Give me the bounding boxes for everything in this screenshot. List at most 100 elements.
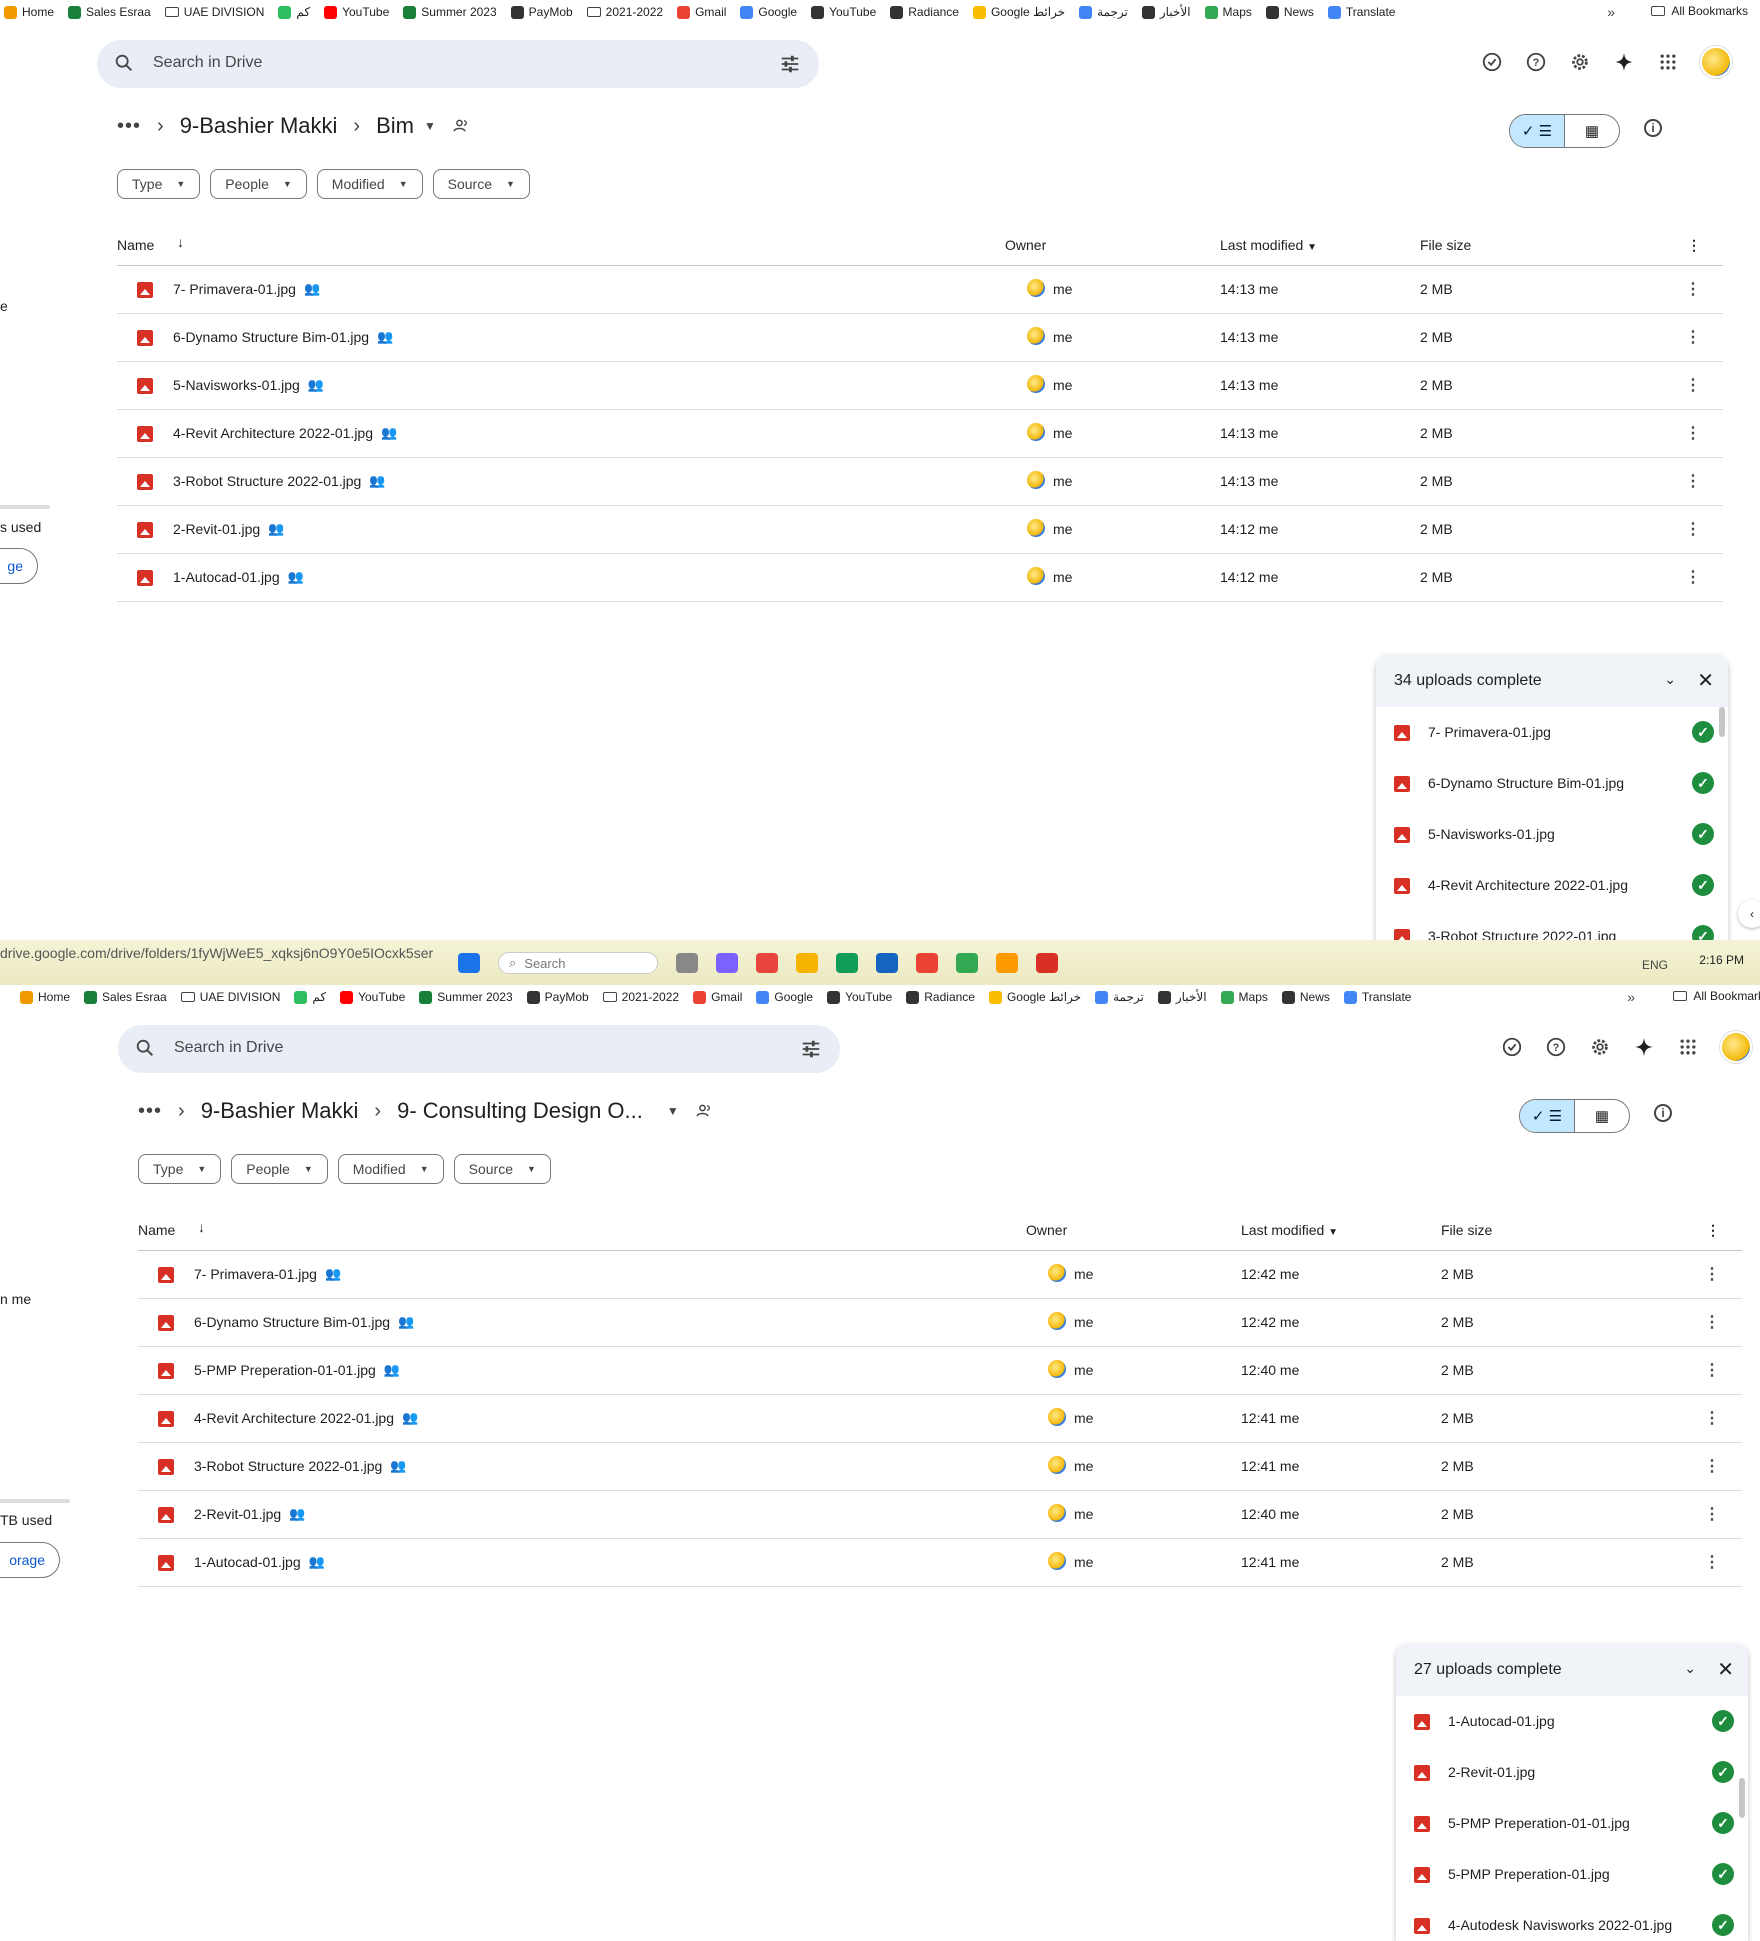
search-bar[interactable]: Search in Drive — [97, 40, 819, 88]
gmail-icon[interactable] — [1036, 953, 1058, 973]
grid-view-button[interactable]: ▦ — [1565, 115, 1619, 147]
more-actions-icon[interactable]: ⋮ — [1704, 1312, 1720, 1332]
table-row[interactable]: 1-Autocad-01.jpg 👥 me 14:12 me 2 MB ⋮ — [117, 554, 1723, 602]
table-row[interactable]: 2-Revit-01.jpg 👥 me 14:12 me 2 MB ⋮ — [117, 506, 1723, 554]
uploads-scrollbar[interactable] — [1739, 1778, 1745, 1818]
list-view-button[interactable]: ✓ ☰ — [1510, 115, 1565, 147]
bookmark-item[interactable]: Sales Esraa — [68, 5, 151, 19]
column-file-size[interactable]: File size — [1441, 1222, 1492, 1238]
info-icon[interactable]: i — [1654, 1104, 1672, 1122]
search-bar[interactable]: Search in Drive — [118, 1025, 840, 1073]
more-actions-icon[interactable]: ⋮ — [1704, 1504, 1720, 1524]
table-row[interactable]: 7- Primavera-01.jpg 👥 me 14:13 me 2 MB ⋮ — [117, 266, 1723, 314]
upload-item[interactable]: 5-PMP Preperation-01.jpg ✓ — [1396, 1849, 1748, 1900]
bookmarks-more-button[interactable]: » — [1607, 4, 1615, 20]
filter-people-chip[interactable]: People ▼ — [210, 169, 307, 199]
file-name[interactable]: 2-Revit-01.jpg 👥 — [194, 1506, 305, 1522]
filter-people-chip[interactable]: People ▼ — [231, 1154, 328, 1184]
gemini-sparkle-icon[interactable] — [1612, 50, 1636, 74]
bookmark-item[interactable]: Translate — [1327, 5, 1395, 19]
help-icon[interactable]: ? — [1524, 50, 1548, 74]
bookmark-item[interactable]: 2021-2022 — [586, 5, 663, 19]
column-name[interactable]: Name — [138, 1222, 175, 1238]
breadcrumb-root[interactable]: 9-Bashier Makki — [201, 1098, 359, 1124]
chrome-profile-icon[interactable] — [956, 953, 978, 973]
bookmark-item[interactable]: PayMob — [526, 990, 589, 1004]
column-name[interactable]: Name — [117, 237, 154, 253]
account-avatar[interactable] — [1720, 1031, 1752, 1063]
bookmark-item[interactable]: Summer 2023 — [403, 5, 497, 19]
bookmark-item[interactable]: Google — [756, 990, 813, 1004]
get-storage-button[interactable]: ge — [0, 548, 38, 584]
collapse-chevron-icon[interactable]: ⌄ — [1664, 671, 1676, 688]
upload-item[interactable]: 2-Revit-01.jpg ✓ — [1396, 1747, 1748, 1798]
calendar-icon[interactable] — [876, 953, 898, 973]
bookmark-item[interactable]: YouTube — [827, 990, 892, 1004]
filter-modified-chip[interactable]: Modified ▼ — [316, 169, 423, 199]
bookmarks-more-button[interactable]: » — [1627, 989, 1635, 1005]
file-name[interactable]: 6-Dynamo Structure Bim-01.jpg 👥 — [194, 1314, 414, 1330]
file-name[interactable]: 5-PMP Preperation-01-01.jpg 👥 — [194, 1362, 400, 1378]
more-actions-icon[interactable]: ⋮ — [1704, 1264, 1720, 1284]
settings-gear-icon[interactable] — [1568, 50, 1592, 74]
breadcrumb-current-folder[interactable]: 9- Consulting Design O... — [397, 1098, 643, 1124]
bookmark-item[interactable]: Maps — [1220, 990, 1268, 1004]
table-row[interactable]: 7- Primavera-01.jpg 👥 me 12:42 me 2 MB ⋮ — [138, 1251, 1742, 1299]
file-name[interactable]: 5-Navisworks-01.jpg 👥 — [173, 377, 324, 393]
all-bookmarks-button[interactable]: All Bookmarks — [1651, 4, 1748, 18]
more-actions-icon[interactable]: ⋮ — [1704, 1360, 1720, 1380]
close-icon[interactable]: ✕ — [1697, 668, 1714, 693]
illustrator-icon[interactable] — [996, 953, 1018, 973]
column-owner[interactable]: Owner — [1026, 1222, 1067, 1238]
folder-dropdown-icon[interactable]: ▼ — [424, 119, 436, 133]
bookmark-item[interactable]: الأخبار — [1157, 990, 1207, 1004]
bookmark-item[interactable]: Summer 2023 — [419, 990, 513, 1004]
bookmark-item[interactable]: Gmail — [677, 5, 726, 19]
uploads-scrollbar[interactable] — [1719, 707, 1725, 737]
bookmark-item[interactable]: الأخبار — [1141, 5, 1191, 19]
filter-type-chip[interactable]: Type ▼ — [117, 169, 201, 199]
search-options-icon[interactable] — [779, 53, 801, 75]
more-actions-icon[interactable]: ⋮ — [1685, 423, 1701, 443]
table-row[interactable]: 5-PMP Preperation-01-01.jpg 👥 me 12:40 me 2 … — [138, 1347, 1742, 1395]
bookmark-item[interactable]: Maps — [1204, 5, 1252, 19]
table-row[interactable]: 5-Navisworks-01.jpg 👥 me 14:13 me 2 MB ⋮ — [117, 362, 1723, 410]
filter-source-chip[interactable]: Source ▼ — [432, 169, 530, 199]
column-last-modified[interactable]: Last modified ▼ — [1220, 237, 1317, 253]
bookmark-item[interactable]: ترجمة — [1095, 990, 1144, 1004]
breadcrumb-more-button[interactable]: ••• — [138, 1100, 162, 1123]
close-icon[interactable]: ✕ — [1717, 1657, 1734, 1682]
chrome-icon[interactable] — [916, 953, 938, 973]
bookmark-item[interactable]: News — [1265, 5, 1314, 19]
bookmark-item[interactable]: Sales Esraa — [84, 990, 167, 1004]
filter-modified-chip[interactable]: Modified ▼ — [337, 1154, 444, 1184]
bookmark-item[interactable]: Google خرائط — [988, 990, 1081, 1004]
edge-icon[interactable] — [836, 953, 858, 973]
more-actions-icon[interactable]: ⋮ — [1704, 1552, 1720, 1572]
folder-dropdown-icon[interactable]: ▼ — [667, 1104, 679, 1118]
help-icon[interactable]: ? — [1544, 1035, 1568, 1059]
column-file-size[interactable]: File size — [1420, 237, 1471, 253]
search-input[interactable]: Search in Drive — [153, 54, 262, 72]
file-name[interactable]: 4-Revit Architecture 2022-01.jpg 👥 — [173, 425, 397, 441]
file-name[interactable]: 7- Primavera-01.jpg 👥 — [173, 281, 320, 297]
apps-grid-icon[interactable] — [1656, 50, 1680, 74]
more-actions-icon[interactable]: ⋮ — [1704, 1456, 1720, 1476]
file-name[interactable]: 6-Dynamo Structure Bim-01.jpg 👥 — [173, 329, 393, 345]
apps-grid-icon[interactable] — [1676, 1035, 1700, 1059]
language-indicator[interactable]: ENG — [1642, 958, 1668, 972]
bookmark-item[interactable]: UAE DIVISION — [164, 5, 264, 19]
list-view-button[interactable]: ✓ ☰ — [1520, 1100, 1575, 1132]
more-actions-icon[interactable]: ⋮ — [1685, 375, 1701, 395]
bookmark-item[interactable]: Home — [4, 5, 54, 19]
upload-item[interactable]: 5-PMP Preperation-01-01.jpg ✓ — [1396, 1798, 1748, 1849]
account-avatar[interactable] — [1700, 46, 1732, 78]
side-panel-toggle-icon[interactable]: ‹ — [1738, 900, 1760, 928]
upload-item[interactable]: 5-Navisworks-01.jpg ✓ — [1376, 809, 1728, 860]
breadcrumb-current-folder[interactable]: Bim — [376, 113, 414, 139]
sort-arrow-icon[interactable]: ↓ — [177, 234, 184, 250]
table-row[interactable]: 3-Robot Structure 2022-01.jpg 👥 me 14:13 me… — [117, 458, 1723, 506]
bookmark-item[interactable]: Radiance — [890, 5, 959, 19]
upload-item[interactable]: 1-Autocad-01.jpg ✓ — [1396, 1696, 1748, 1747]
settings-gear-icon[interactable] — [1588, 1035, 1612, 1059]
